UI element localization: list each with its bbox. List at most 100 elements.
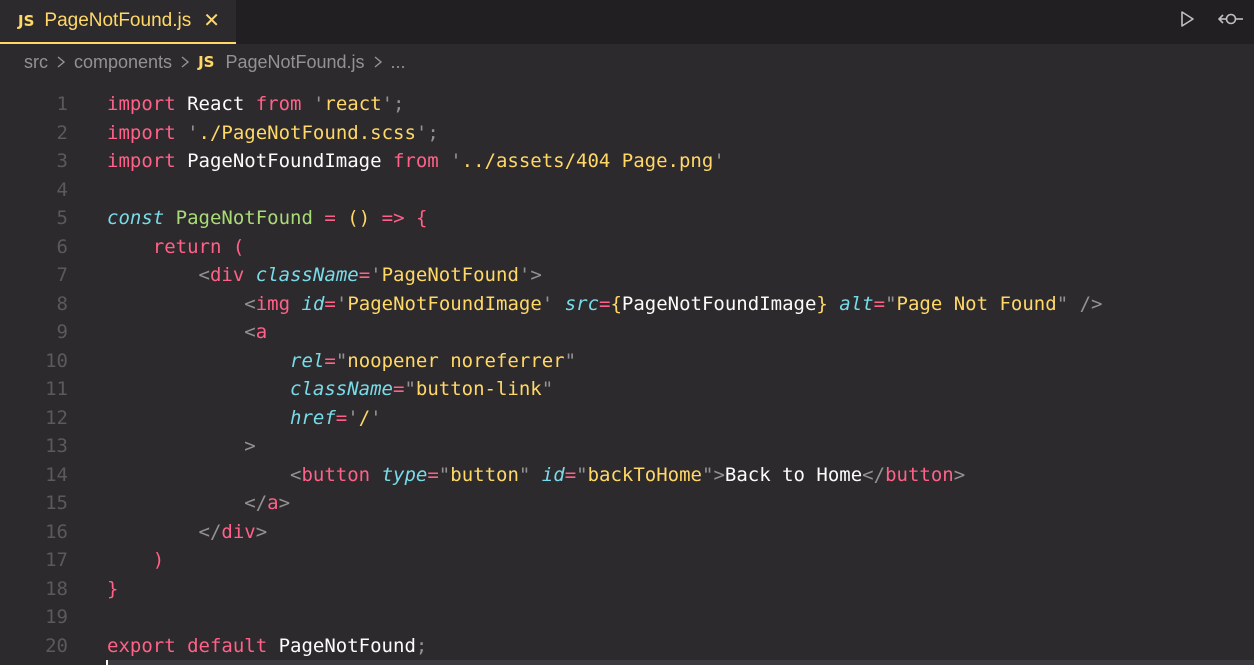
code-token: " xyxy=(335,349,348,372)
code-token: = xyxy=(873,292,886,315)
code-line[interactable]: 11 className="button-link" xyxy=(0,375,1254,404)
code-token: className xyxy=(255,264,359,286)
close-icon[interactable]: ✕ xyxy=(203,11,220,31)
code-line[interactable]: 2 import './PageNotFound.scss'; xyxy=(0,119,1254,148)
code-line[interactable]: 19 xyxy=(0,603,1254,632)
horizontal-scrollbar[interactable] xyxy=(108,660,1254,665)
js-file-icon: JS xyxy=(198,53,215,71)
code-line[interactable]: 17 ) xyxy=(0,546,1254,575)
code-token: ' xyxy=(381,93,394,115)
code-line[interactable]: 15 </a> xyxy=(0,489,1254,518)
code-line[interactable]: 13 > xyxy=(0,432,1254,461)
code-token: ( xyxy=(232,235,245,258)
code-token: img xyxy=(255,292,291,315)
code-line[interactable]: 14 <button type="button" id="backToHome"… xyxy=(0,461,1254,490)
breadcrumb-src[interactable]: src xyxy=(24,52,48,73)
code-line[interactable]: 20 export default PageNotFound; xyxy=(0,632,1254,661)
code-token: " xyxy=(564,349,577,372)
tab-pagenotfound[interactable]: JS PageNotFound.js ✕ xyxy=(0,0,236,44)
code-line[interactable]: 18} xyxy=(0,575,1254,604)
code-line[interactable]: 7 <div className='PageNotFound'> xyxy=(0,261,1254,290)
play-icon xyxy=(1181,11,1194,27)
code-token: { xyxy=(415,207,428,229)
code-token: div xyxy=(209,264,245,286)
code-token: </ xyxy=(198,520,222,543)
code-line[interactable]: 9 <a xyxy=(0,318,1254,347)
line-number: 10 xyxy=(45,349,68,372)
breadcrumb-file[interactable]: PageNotFound.js xyxy=(225,52,364,73)
code-line[interactable]: 6 return ( xyxy=(0,233,1254,262)
code-token: = xyxy=(324,349,336,372)
code-token: ' xyxy=(335,292,348,315)
run-button[interactable] xyxy=(1170,4,1204,34)
open-changes-button[interactable] xyxy=(1214,4,1248,34)
breadcrumb-symbols[interactable]: ... xyxy=(391,52,406,73)
code-token: ' xyxy=(450,150,462,172)
code-token: a xyxy=(255,321,268,343)
code-token: href xyxy=(290,406,336,429)
line-content: } xyxy=(107,575,118,604)
line-content: import React from 'react'; xyxy=(107,90,405,119)
line-content: ) xyxy=(107,546,164,575)
breadcrumb-components[interactable]: components xyxy=(74,52,172,73)
code-token: " xyxy=(1056,292,1069,315)
code-token: alt xyxy=(839,292,874,315)
code-token: default xyxy=(187,634,268,657)
code-token: > xyxy=(530,264,542,286)
code-line[interactable]: 10 rel="noopener noreferrer" xyxy=(0,347,1254,376)
code-token: src xyxy=(564,292,600,315)
code-token: ' xyxy=(713,150,725,172)
code-token: className xyxy=(290,378,393,400)
tab-bar: JS PageNotFound.js ✕ xyxy=(0,0,1254,44)
code-line[interactable]: 12 href='/' xyxy=(0,404,1254,433)
text-cursor xyxy=(106,660,108,665)
line-content: rel="noopener noreferrer" xyxy=(107,347,576,376)
code-token: " xyxy=(701,463,714,486)
code-line[interactable]: 3 import PageNotFoundImage from '../asset… xyxy=(0,147,1254,176)
code-token: => xyxy=(381,207,405,229)
code-token: rel xyxy=(290,349,325,372)
code-line[interactable]: 16 </div> xyxy=(0,518,1254,547)
code-token: ./PageNotFound.scss xyxy=(198,121,416,144)
code-line[interactable]: 8 <img id='PageNotFoundImage' src={PageN… xyxy=(0,290,1254,319)
line-content: export default PageNotFound; xyxy=(107,632,427,661)
line-number: 18 xyxy=(45,577,68,600)
line-content: </div> xyxy=(107,518,268,547)
code-token: return xyxy=(152,235,222,258)
code-token: < xyxy=(244,321,256,343)
line-number: 4 xyxy=(56,178,68,201)
code-token: button xyxy=(450,463,519,486)
code-token: ../assets/404 Page.png xyxy=(461,150,714,172)
code-line[interactable]: 5 const PageNotFound = () => { xyxy=(0,204,1254,233)
line-number: 9 xyxy=(56,321,68,343)
code-line[interactable]: 4 xyxy=(0,176,1254,205)
code-token: ; xyxy=(393,93,405,115)
code-token: id xyxy=(541,463,565,486)
code-token: = xyxy=(358,264,371,286)
line-number: 20 xyxy=(45,634,68,657)
line-number: 17 xyxy=(45,549,68,571)
code-line[interactable]: 1 import React from 'react'; xyxy=(0,90,1254,119)
code-token: () xyxy=(347,207,371,229)
code-token: = xyxy=(324,207,336,229)
code-token: const xyxy=(107,207,165,229)
code-token: noopener noreferrer xyxy=(347,349,565,372)
editor-actions xyxy=(1170,4,1248,34)
code-token: ; xyxy=(427,121,439,144)
code-token: } xyxy=(107,577,119,600)
code-token: import xyxy=(107,93,176,115)
code-editor[interactable]: 1 import React from 'react'; 2 import './Pa… xyxy=(0,90,1254,665)
code-token: backToHome xyxy=(587,463,702,486)
code-token: div xyxy=(221,520,256,543)
